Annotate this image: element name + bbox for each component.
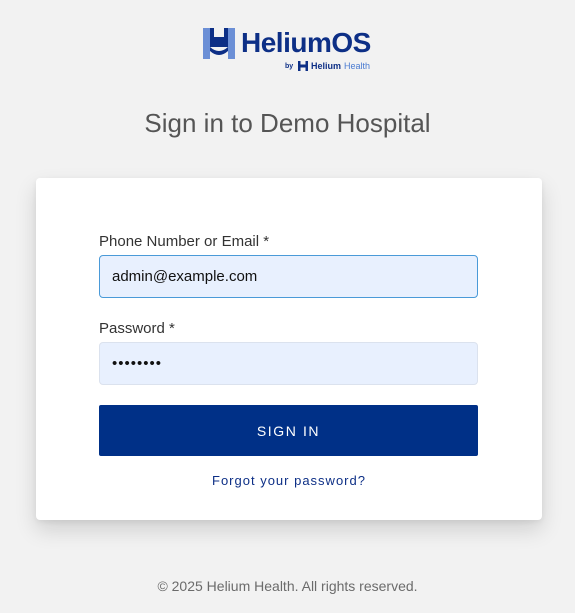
helium-health-mini-icon — [298, 61, 308, 71]
byline-helium: Helium — [311, 61, 342, 71]
sign-in-button[interactable]: SIGN IN — [99, 405, 478, 456]
email-field[interactable] — [99, 255, 478, 298]
brand-name: HeliumOS — [241, 27, 371, 58]
brand-logo: HeliumOS by Helium Health — [203, 27, 375, 72]
footer-copyright: © 2025 Helium Health. All rights reserve… — [157, 578, 418, 594]
password-field[interactable] — [99, 342, 478, 385]
forgot-password-link[interactable]: Forgot your password? — [36, 473, 542, 489]
byline-health: Health — [344, 61, 371, 71]
login-card: Phone Number or Email * Password * SIGN … — [36, 178, 542, 520]
byline-by: by — [285, 63, 294, 70]
page-title: Sign in to Demo Hospital — [144, 108, 431, 138]
brand-byline: by Helium Health — [203, 60, 375, 72]
email-label: Phone Number or Email * — [99, 233, 270, 250]
password-label: Password * — [99, 320, 175, 337]
helium-h-logo-icon — [203, 28, 235, 59]
